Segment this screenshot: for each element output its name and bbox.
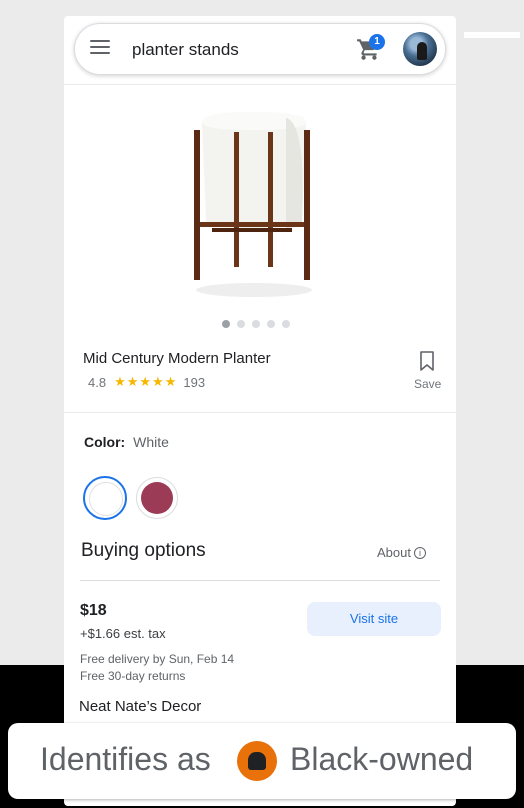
carousel-dot[interactable] [282, 320, 290, 328]
black-owned-callout: Identifies as Black-owned [8, 723, 516, 799]
color-swatch-berry[interactable] [136, 477, 178, 519]
offer-price: $18 [80, 602, 107, 619]
carousel-dot[interactable] [267, 320, 275, 328]
seller-name[interactable]: Neat Nate’s Decor [79, 698, 201, 715]
carousel-dot[interactable] [237, 320, 245, 328]
about-label: About [377, 545, 411, 560]
search-bar[interactable]: planter stands 1 [74, 23, 446, 75]
cart-badge: 1 [369, 34, 385, 50]
image-carousel-dots[interactable] [222, 320, 290, 328]
black-owned-badge-icon [237, 741, 277, 781]
phone-screen: planter stands 1 Mid Century Modern Plan… [64, 16, 456, 806]
carousel-dot[interactable] [252, 320, 260, 328]
section-divider [64, 412, 456, 413]
rating-value: 4.8 [88, 374, 107, 390]
color-value: White [133, 434, 169, 450]
avatar[interactable] [403, 32, 437, 66]
carousel-dot[interactable] [222, 320, 230, 328]
review-count: 193 [183, 374, 206, 390]
bookmark-icon[interactable] [419, 351, 435, 371]
product-title: Mid Century Modern Planter [83, 350, 271, 367]
header-divider [64, 84, 456, 85]
color-swatch-white[interactable] [83, 476, 127, 520]
background-tab [464, 32, 520, 38]
about-link[interactable]: About i [377, 545, 426, 560]
info-icon: i [413, 546, 426, 559]
buying-options-title: Buying options [81, 540, 206, 561]
rating-row[interactable]: 4.8 ★★★★★ 193 [88, 374, 205, 390]
offer-shipping: Free delivery by Sun, Feb 14 Free 30-day… [80, 651, 234, 685]
color-row: Color: White [84, 434, 169, 450]
search-input[interactable]: planter stands [132, 40, 239, 60]
visit-site-button[interactable]: Visit site [307, 602, 441, 636]
star-rating-icon: ★★★★★ [114, 374, 178, 389]
color-label: Color: [84, 434, 126, 450]
offers-divider [80, 580, 440, 581]
delivery-text: Free delivery by Sun, Feb 14 [80, 652, 235, 666]
menu-icon[interactable] [90, 40, 110, 58]
callout-text-black-owned: Black-owned [290, 741, 474, 777]
save-button[interactable]: Save [414, 377, 441, 391]
offer-tax: +$1.66 est. tax [80, 626, 166, 641]
returns-text: Free 30-day returns [80, 669, 186, 683]
callout-text-identifies: Identifies as [40, 741, 211, 777]
product-image[interactable] [182, 110, 322, 300]
